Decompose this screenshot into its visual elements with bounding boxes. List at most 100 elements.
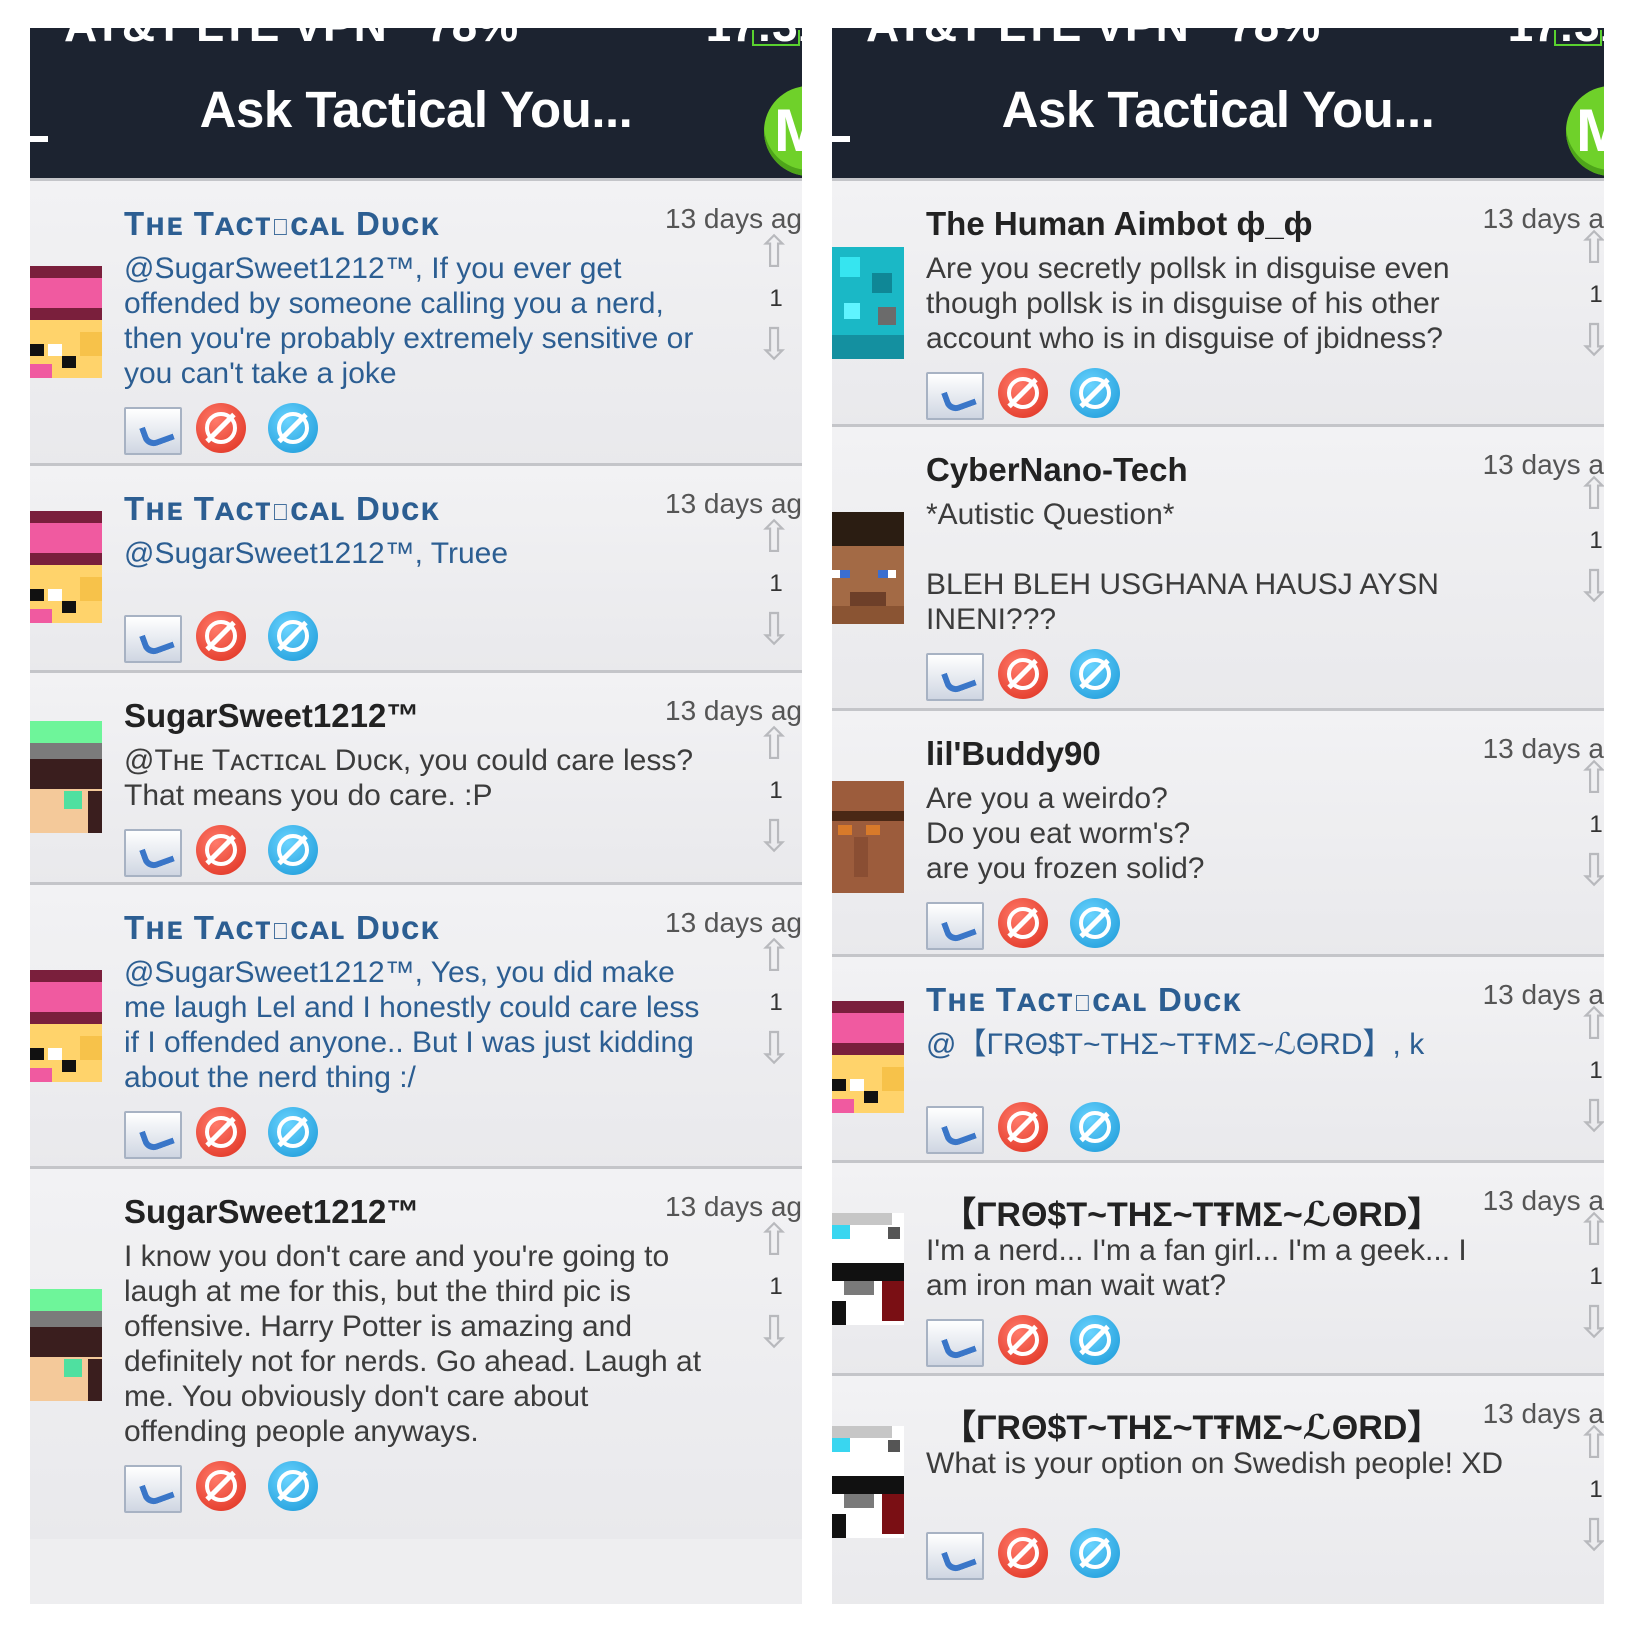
downvote-arrow-icon[interactable]: ⇩ [1574,849,1604,893]
upvote-arrow-icon[interactable]: ⇧ [1574,1209,1604,1253]
downvote-arrow-icon[interactable]: ⇩ [1574,319,1604,363]
ban-icon[interactable] [998,898,1048,948]
author-name[interactable]: The Human Aimbot ф_ф [926,205,1313,243]
moderate-icon[interactable] [268,611,318,661]
downvote-arrow-icon[interactable]: ⇩ [1574,1095,1604,1139]
vote-controls: ⇧ 1 ⇩ [750,723,802,875]
author-name[interactable]: 【ΓRΘ$T~THΣ~TŦMΣ~ℒΘRD】 [942,1400,1441,1449]
reply-mail-icon[interactable] [926,1106,984,1154]
upvote-arrow-icon[interactable]: ⇧ [754,935,794,979]
moderate-icon[interactable] [1070,649,1120,699]
ban-icon[interactable] [196,403,246,453]
moderate-icon[interactable] [268,1107,318,1157]
avatar[interactable] [30,266,102,378]
ban-icon[interactable] [998,649,1048,699]
upvote-arrow-icon[interactable]: ⇧ [754,231,794,275]
comment-feed: Tʜᴇ Tᴀᴄᴛɪᴄᴀʟ Dᴜᴄᴋ 13 days ag @SugarSweet12… [30,178,802,1604]
avatar-pixel [62,601,76,613]
avatar[interactable] [30,970,102,1082]
avatar-pixel [30,721,102,743]
moderate-icon[interactable] [1070,898,1120,948]
avatar[interactable] [832,1213,904,1325]
author-name[interactable]: Tʜᴇ Tᴀᴄᴛɪᴄᴀʟ Dᴜᴄᴋ [124,909,440,947]
author-name[interactable]: Tʜᴇ Tᴀᴄᴛɪᴄᴀʟ Dᴜᴄᴋ [124,490,440,528]
upvote-arrow-icon[interactable]: ⇧ [1574,757,1604,801]
moderate-icon[interactable] [268,1461,318,1511]
avatar-pixel [832,1213,892,1225]
avatar[interactable] [832,1426,904,1538]
author-name[interactable]: 【ΓRΘ$T~THΣ~TŦMΣ~ℒΘRD】 [942,1187,1441,1236]
battery-percent: 78% [426,28,518,50]
ban-icon[interactable] [196,1107,246,1157]
reply-mail-icon[interactable] [926,372,984,420]
avatar-pixel [832,1426,892,1438]
upvote-arrow-icon[interactable]: ⇧ [1574,227,1604,271]
reply-mail-icon[interactable] [926,1532,984,1580]
nav-bar: Ask Tactical You... M [30,50,802,178]
avatar-pixel [832,1013,904,1043]
upvote-arrow-icon[interactable]: ⇧ [1574,1422,1604,1466]
reply-mail-icon[interactable] [124,1111,182,1159]
avatar-pixel [832,1099,854,1113]
avatar-pixel [844,1281,874,1295]
moderate-icon[interactable] [268,403,318,453]
author-name[interactable]: SugarSweet1212™ [124,1193,419,1231]
vote-count: 1 [769,777,783,804]
moderate-icon[interactable] [1070,1102,1120,1152]
downvote-arrow-icon[interactable]: ⇩ [754,815,794,859]
downvote-arrow-icon[interactable]: ⇩ [1574,1514,1604,1558]
moderate-icon[interactable] [1070,1528,1120,1578]
reply-mail-icon[interactable] [124,407,182,455]
reply-mail-icon[interactable] [926,1319,984,1367]
avatar[interactable] [832,512,904,624]
avatar[interactable] [832,1001,904,1113]
avatar[interactable] [30,1289,102,1401]
moderate-icon[interactable] [1070,368,1120,418]
upvote-arrow-icon[interactable]: ⇧ [1574,1003,1604,1047]
reply-mail-icon[interactable] [124,615,182,663]
ban-icon[interactable] [998,1102,1048,1152]
author-name[interactable]: lil'Buddy90 [926,735,1101,773]
avatar-pixel [832,1001,904,1013]
downvote-arrow-icon[interactable]: ⇩ [754,1311,794,1355]
reply-mail-icon[interactable] [926,902,984,950]
upvote-arrow-icon[interactable]: ⇧ [754,516,794,560]
avatar[interactable] [832,781,904,893]
author-name[interactable]: SugarSweet1212™ [124,697,419,735]
ban-icon[interactable] [196,1461,246,1511]
avatar-pixel [838,825,852,835]
downvote-arrow-icon[interactable]: ⇩ [1574,565,1604,609]
avatar[interactable] [30,511,102,623]
ban-icon[interactable] [998,368,1048,418]
comment-feed: The Human Aimbot ф_ф 13 days a Are you sec… [832,178,1604,1604]
ban-icon[interactable] [196,611,246,661]
avatar-pixel [832,606,904,624]
moderate-icon[interactable] [268,825,318,875]
avatar[interactable] [832,247,904,359]
reply-mail-icon[interactable] [124,829,182,877]
reply-mail-icon[interactable] [124,1465,182,1513]
ban-icon[interactable] [998,1315,1048,1365]
ban-icon[interactable] [998,1528,1048,1578]
avatar-pixel [832,1514,846,1538]
post-message: I know you don't care and you're going t… [124,1240,702,1448]
upvote-arrow-icon[interactable]: ⇧ [1574,473,1604,517]
avatar-pixel [30,308,102,320]
author-name[interactable]: CyberNano-Tech [926,451,1188,489]
downvote-arrow-icon[interactable]: ⇩ [754,323,794,367]
upvote-arrow-icon[interactable]: ⇧ [754,723,794,767]
upvote-arrow-icon[interactable]: ⇧ [754,1219,794,1263]
avatar-pixel [30,1327,102,1357]
downvote-arrow-icon[interactable]: ⇩ [754,1027,794,1071]
downvote-arrow-icon[interactable]: ⇩ [754,608,794,652]
reply-mail-icon[interactable] [926,653,984,701]
ban-icon[interactable] [196,825,246,875]
author-name[interactable]: Tʜᴇ Tᴀᴄᴛɪᴄᴀʟ Dᴜᴄᴋ [926,981,1242,1019]
avatar[interactable] [30,721,102,833]
author-name[interactable]: Tʜᴇ Tᴀᴄᴛɪᴄᴀʟ Dᴜᴄᴋ [124,205,440,243]
avatar-pixel [882,1494,904,1534]
post-message: What is your option on Swedish people! X… [926,1447,1503,1480]
downvote-arrow-icon[interactable]: ⇩ [1574,1301,1604,1345]
moderate-icon[interactable] [1070,1315,1120,1365]
avatar-pixel [832,1438,850,1452]
